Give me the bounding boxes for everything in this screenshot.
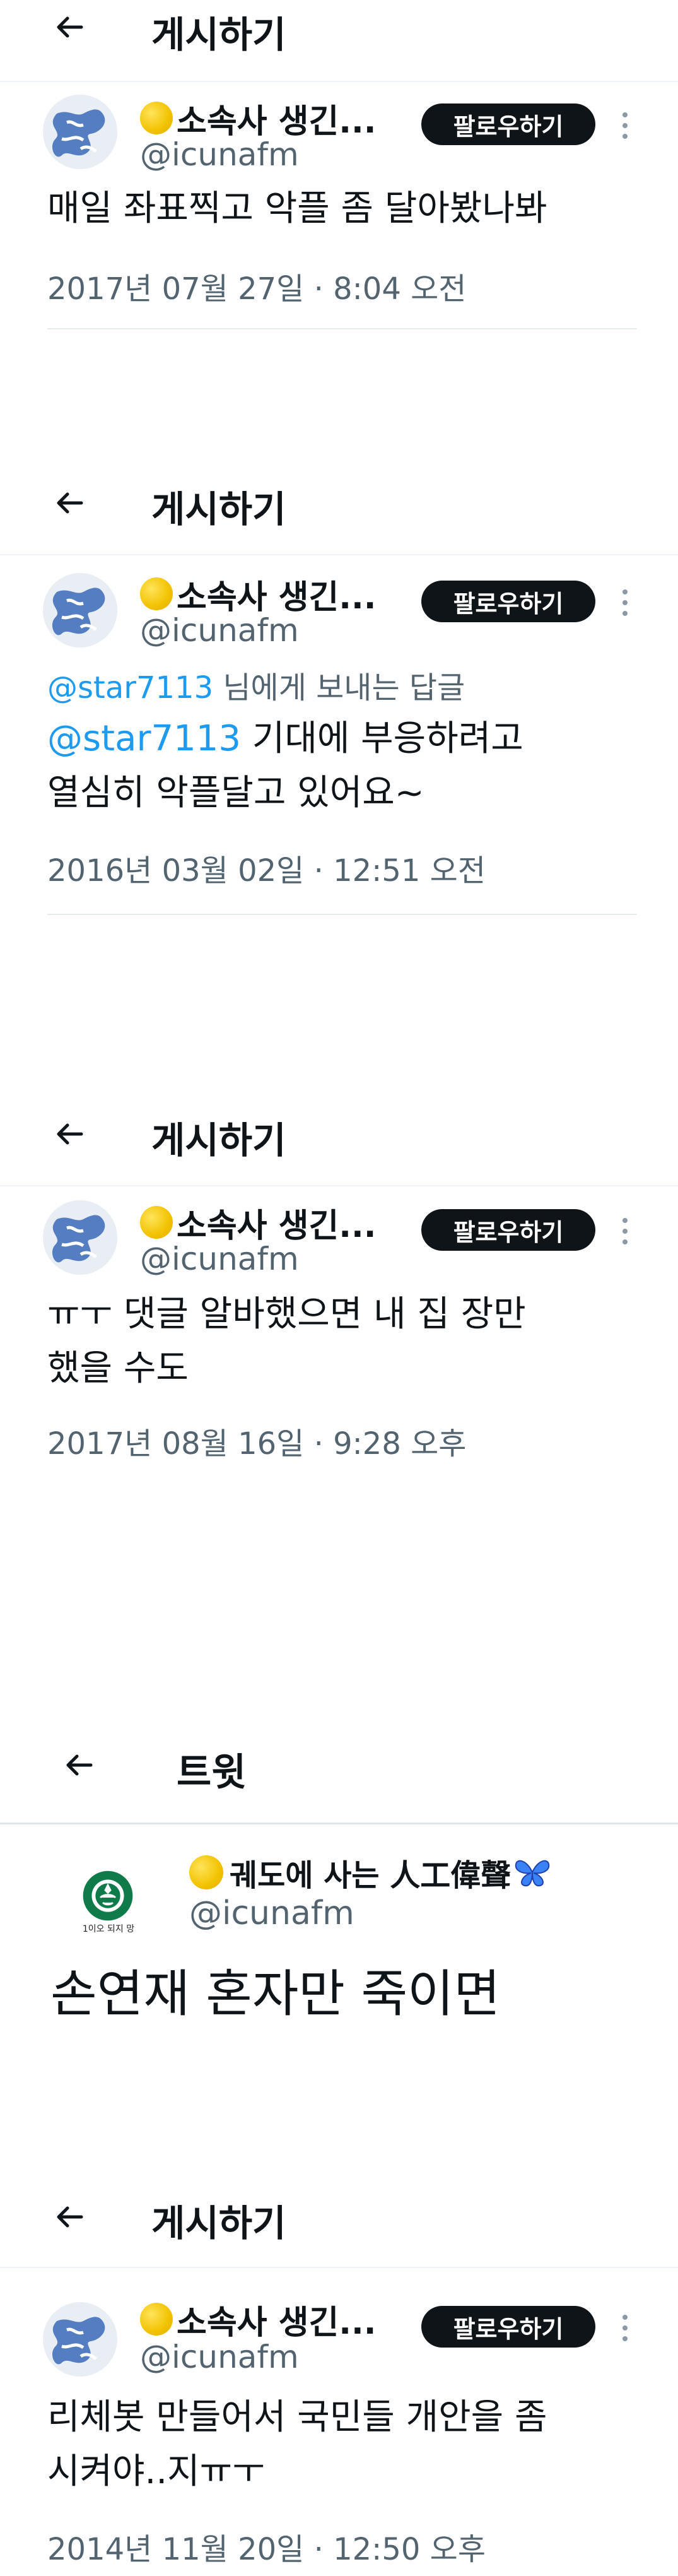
avatar[interactable] xyxy=(43,2302,117,2377)
page-title: 트윗 xyxy=(177,1751,247,1795)
header-divider xyxy=(0,554,678,555)
post-header: 게시하기 xyxy=(0,0,678,76)
yellow-circle-emoji-icon xyxy=(140,102,173,134)
back-arrow-icon[interactable] xyxy=(54,487,85,519)
display-name[interactable]: 소속사 생긴... xyxy=(177,1199,377,1246)
post-screenshot-5: 게시하기 소속사 생긴... @icunafm 팔로우하기 리체봇 만들어서 국… xyxy=(0,2183,678,2576)
display-name-row: 소속사 생긴... xyxy=(140,2296,377,2343)
page-title: 게시하기 xyxy=(151,2202,286,2245)
yellow-circle-emoji-icon xyxy=(189,1855,223,1889)
post-header: 트윗 xyxy=(0,1716,678,1795)
more-vertical-icon[interactable] xyxy=(621,112,629,145)
page-title: 게시하기 xyxy=(151,1119,286,1162)
reply-mention-link[interactable]: @star7113 xyxy=(47,670,213,706)
more-vertical-icon[interactable] xyxy=(621,589,629,622)
post-header: 게시하기 xyxy=(0,467,678,543)
post-header: 게시하기 xyxy=(0,1098,678,1174)
user-handle[interactable]: @icunafm xyxy=(140,136,299,173)
follow-button[interactable]: 팔로우하기 xyxy=(421,1209,595,1251)
tweet-text-line: 손연재 혼자만 죽이면 xyxy=(50,1964,501,2023)
display-name[interactable]: 소속사 생긴... xyxy=(177,2296,377,2343)
display-name-row: 소속사 생긴... xyxy=(140,95,377,142)
post-header: 게시하기 xyxy=(0,2183,678,2259)
tweet-mention-link[interactable]: @star7113 xyxy=(47,718,241,759)
timestamp[interactable]: 2014년 11월 20일 · 12:50 오후 xyxy=(47,2524,486,2568)
user-handle[interactable]: @icunafm xyxy=(189,1894,354,1932)
timestamp[interactable]: 2017년 07월 27일 · 8:04 오전 xyxy=(47,264,466,308)
tweet-text-line: @star7113 기대에 부응하려고 xyxy=(47,712,523,766)
display-name-row: 소속사 생긴... xyxy=(140,570,377,618)
back-arrow-icon[interactable] xyxy=(54,2201,85,2233)
page-title: 게시하기 xyxy=(151,13,286,56)
reply-context-label: 님에게 보내는 답글 xyxy=(213,670,465,706)
tweet-text-line: 했을 수도 xyxy=(47,1348,189,1389)
timestamp[interactable]: 2017년 08월 16일 · 9:28 오후 xyxy=(47,1419,466,1463)
user-handle[interactable]: @icunafm xyxy=(140,612,299,649)
yellow-circle-emoji-icon xyxy=(140,2303,173,2336)
avatar-caption: 1이오 되지 망 xyxy=(82,1924,135,1934)
timestamp[interactable]: 2016년 03월 02일 · 12:51 오전 xyxy=(47,846,486,890)
yellow-circle-emoji-icon xyxy=(140,1206,173,1239)
post-screenshot-3: 게시하기 소속사 생긴... @icunafm 팔로우하기 ㅠㅜ 댓글 알바했으… xyxy=(0,1098,678,1540)
avatar[interactable] xyxy=(43,573,117,647)
header-divider xyxy=(0,1823,678,1824)
display-name[interactable]: 소속사 생긴... xyxy=(177,570,377,618)
display-name-row: 소속사 생긴... xyxy=(140,1199,377,1246)
back-arrow-icon[interactable] xyxy=(54,11,85,43)
tweet-text-line: 리체봇 만들어서 국민들 개안을 좀 xyxy=(47,2397,547,2438)
user-handle[interactable]: @icunafm xyxy=(140,2339,299,2375)
avatar[interactable] xyxy=(43,95,117,169)
back-arrow-icon[interactable] xyxy=(54,1118,85,1150)
tweet-text-line: 매일 좌표찍고 악플 좀 달아봤나봐 xyxy=(47,188,547,229)
display-name[interactable]: 소속사 생긴... xyxy=(177,95,377,142)
page-title: 게시하기 xyxy=(151,488,286,531)
header-divider xyxy=(0,1185,678,1186)
post-screenshot-4: 트윗 1이오 되지 망 궤도에 사는 人工偉聲 @icunafm 손연재 혼자만… xyxy=(0,1716,678,2070)
follow-button[interactable]: 팔로우하기 xyxy=(421,103,595,145)
tweet-text-line: 시켜야..지ㅠㅜ xyxy=(47,2451,265,2492)
divider xyxy=(47,914,637,915)
follow-button[interactable]: 팔로우하기 xyxy=(421,581,595,622)
tweet-text-line: ㅠㅜ 댓글 알바했으면 내 집 장만 xyxy=(47,1294,526,1335)
back-arrow-icon[interactable] xyxy=(63,1749,95,1781)
display-name-row: 궤도에 사는 人工偉聲 xyxy=(189,1850,551,1894)
butterfly-emoji-icon xyxy=(515,1860,550,1887)
tweet-text-fragment: 기대에 부응하려고 xyxy=(241,718,523,759)
post-screenshot-2: 게시하기 소속사 생긴... @icunafm 팔로우하기 @star7113 … xyxy=(0,467,678,959)
display-name[interactable]: 궤도에 사는 人工偉聲 xyxy=(230,1850,511,1894)
header-divider xyxy=(0,81,678,82)
more-vertical-icon[interactable] xyxy=(621,2315,629,2347)
post-screenshot-1: 게시하기 소속사 생긴... @icunafm 팔로우하기 매일 좌표찍고 악플… xyxy=(0,0,678,353)
avatar[interactable] xyxy=(43,1200,117,1275)
header-divider xyxy=(0,2267,678,2268)
starbucks-avatar[interactable]: 1이오 되지 망 xyxy=(71,1862,146,1937)
yellow-circle-emoji-icon xyxy=(140,577,173,610)
reply-context: @star7113 님에게 보내는 답글 xyxy=(47,663,465,707)
more-vertical-icon[interactable] xyxy=(621,1218,629,1250)
tweet-text-line: 열심히 악플달고 있어요~ xyxy=(47,772,424,813)
user-handle[interactable]: @icunafm xyxy=(140,1241,299,1277)
follow-button[interactable]: 팔로우하기 xyxy=(421,2306,595,2348)
divider xyxy=(47,328,637,329)
